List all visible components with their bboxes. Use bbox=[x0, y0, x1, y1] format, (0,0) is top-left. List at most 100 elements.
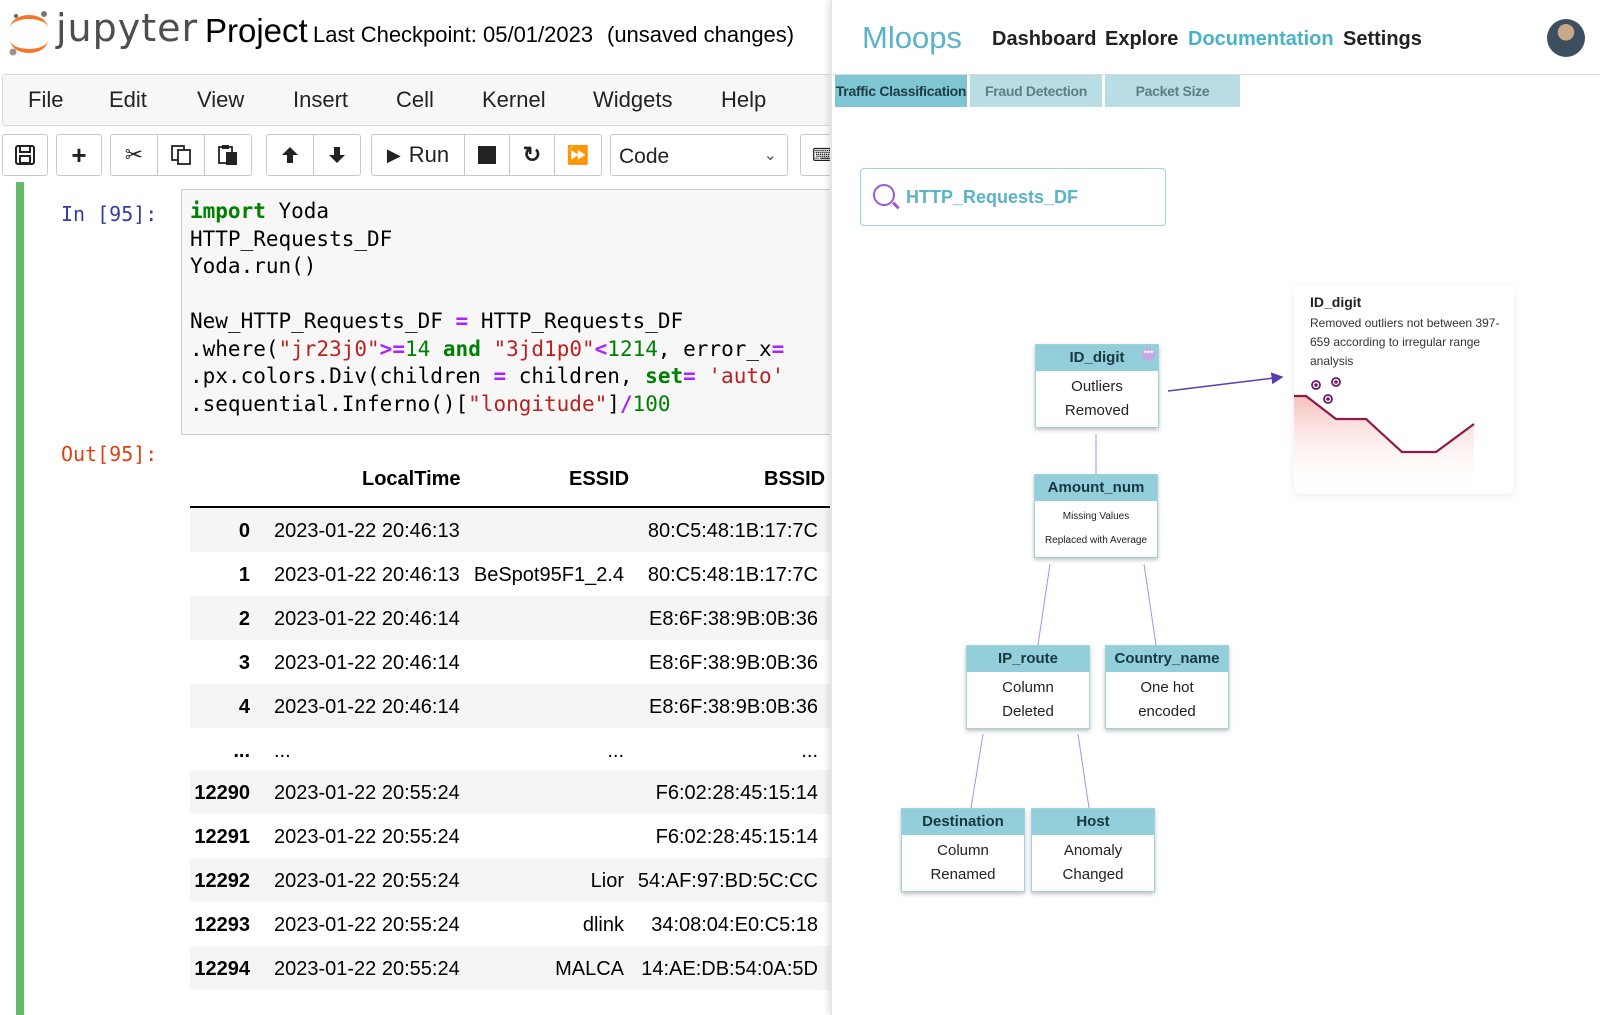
node-amount-num[interactable]: Amount_num Missing Values Replaced with A… bbox=[1034, 474, 1158, 558]
node-description: Column Renamed bbox=[930, 842, 996, 883]
table-row: 12293 2023-01-22 20:55:24 dlink 34:08:04:E0… bbox=[190, 902, 830, 946]
restart-button[interactable]: ↻ bbox=[509, 134, 555, 176]
node-country-name[interactable]: Country_name One hot encoded bbox=[1105, 645, 1229, 729]
row-index: 12294 bbox=[194, 958, 250, 980]
row-index: 2 bbox=[238, 608, 250, 630]
row-index: 4 bbox=[238, 696, 250, 718]
node-id-digit[interactable]: ID_digit ••• Outliers Removed bbox=[1035, 344, 1159, 428]
restart-run-all-button[interactable]: ⏩ bbox=[554, 134, 602, 176]
node-ip-route[interactable]: IP_route Column Deleted bbox=[966, 645, 1090, 729]
checkpoint-status: Last Checkpoint: 05/01/2023 bbox=[313, 22, 594, 47]
cell-bssid: 80:C5:48:1B:17:7C bbox=[647, 520, 818, 542]
cell-bssid: 54:AF:97:BD:5C:CC bbox=[637, 870, 818, 892]
node-title: Host bbox=[1032, 809, 1154, 835]
save-button[interactable] bbox=[2, 134, 48, 176]
cut-button[interactable]: ✂ bbox=[110, 134, 158, 176]
cell-essid: dlink bbox=[582, 914, 624, 936]
code-line-1: import Yoda bbox=[190, 199, 330, 223]
menu-help[interactable]: Help bbox=[721, 87, 766, 113]
table-row: 4 2023-01-22 20:46:14 E8:6F:38:9B:0B:36 bbox=[190, 684, 830, 728]
notebook-title[interactable]: Project bbox=[205, 12, 308, 50]
move-down-button[interactable] bbox=[313, 134, 361, 176]
interrupt-button[interactable] bbox=[464, 134, 510, 176]
table-row: ............ bbox=[190, 728, 830, 772]
command-palette-button[interactable]: ⌨ bbox=[800, 134, 830, 176]
cell-essid: Lior bbox=[590, 870, 624, 892]
cell-type-select[interactable]: Code ⌄ bbox=[610, 134, 788, 176]
keyboard-icon: ⌨ bbox=[812, 144, 830, 165]
menu-file[interactable]: File bbox=[28, 87, 63, 113]
cell-localtime: 2023-01-22 20:55:24 bbox=[274, 914, 460, 936]
restart-icon: ↻ bbox=[522, 142, 542, 167]
node-title: Country_name bbox=[1106, 646, 1228, 672]
cell-essid: MALCA bbox=[555, 958, 624, 980]
cell-localtime: 2023-01-22 20:55:24 bbox=[274, 826, 460, 848]
insert-cell-button[interactable]: + bbox=[56, 134, 102, 176]
table-row: 1 2023-01-22 20:46:13 BeSpot95F1_2.4 80:C5:… bbox=[190, 552, 830, 596]
code-line-7: .px.colors.Div(children = children, set=… bbox=[190, 364, 785, 388]
tooltip-pointer-arrow bbox=[1167, 372, 1284, 392]
menu-insert[interactable]: Insert bbox=[293, 87, 348, 113]
mloops-panel: Mloops Dashboard Explore Documentation S… bbox=[831, 0, 1600, 1015]
edge-ip-route-destination bbox=[970, 733, 984, 809]
column-header-localtime: LocalTime bbox=[362, 468, 461, 490]
paste-icon bbox=[218, 145, 237, 165]
edge-amount-ip-route bbox=[1037, 563, 1051, 646]
cell-localtime: 2023-01-22 20:55:24 bbox=[274, 870, 460, 892]
play-icon: ▶ bbox=[386, 144, 401, 165]
cell-localtime: 2023-01-22 20:46:14 bbox=[274, 652, 460, 674]
tooltip-title: ID_digit bbox=[1310, 294, 1362, 310]
column-header-essid: ESSID bbox=[569, 468, 630, 490]
node-detail-tooltip: ID_digit Removed outliers not between 39… bbox=[1294, 286, 1514, 494]
edge-ip-route-host bbox=[1077, 733, 1090, 809]
move-up-button[interactable] bbox=[266, 134, 314, 176]
scissors-icon: ✂ bbox=[124, 142, 144, 167]
save-icon bbox=[15, 145, 35, 165]
menu-bar: File Edit View Insert Cell Kernel Widget… bbox=[2, 74, 830, 126]
output-prompt: Out[95]: bbox=[61, 442, 158, 466]
row-index: 12291 bbox=[194, 826, 250, 848]
cell-bssid: E8:6F:38:9B:0B:36 bbox=[648, 652, 818, 674]
row-index: 12290 bbox=[194, 782, 250, 804]
menu-view[interactable]: View bbox=[197, 87, 244, 113]
cell-bssid: 14:AE:DB:54:0A:5D bbox=[641, 958, 818, 980]
menu-widgets[interactable]: Widgets bbox=[593, 87, 672, 113]
outlier-sparkline bbox=[1294, 377, 1475, 494]
input-prompt: In [95]: bbox=[61, 202, 158, 226]
cell-localtime: 2023-01-22 20:46:13 bbox=[274, 564, 460, 586]
more-options-icon[interactable]: ••• bbox=[1142, 348, 1155, 361]
chevron-down-icon: ⌄ bbox=[763, 147, 777, 164]
node-description: Outliers Removed bbox=[1064, 378, 1130, 419]
cell-bssid: E8:6F:38:9B:0B:36 bbox=[648, 608, 818, 630]
menu-edit[interactable]: Edit bbox=[109, 87, 147, 113]
paste-button[interactable] bbox=[204, 134, 252, 176]
cell-bssid: F6:02:28:45:15:14 bbox=[655, 826, 818, 848]
row-index: 1 bbox=[238, 564, 250, 586]
table-row: 12292 2023-01-22 20:55:24 Lior 54:AF:97:BD:… bbox=[190, 858, 830, 902]
node-destination[interactable]: Destination Column Renamed bbox=[901, 808, 1025, 892]
table-row: 2 2023-01-22 20:46:14 E8:6F:38:9B:0B:36 bbox=[190, 596, 830, 640]
menu-cell[interactable]: Cell bbox=[396, 87, 434, 113]
stop-icon bbox=[478, 146, 496, 164]
tooltip-description: Removed outliers not between 397-659 acc… bbox=[1310, 316, 1500, 368]
edge-amount-country bbox=[1143, 563, 1157, 646]
copy-icon bbox=[171, 145, 191, 165]
copy-button[interactable] bbox=[157, 134, 205, 176]
cell-bssid: E8:6F:38:9B:0B:36 bbox=[648, 696, 818, 718]
node-title: ID_digit bbox=[1036, 345, 1158, 371]
jupyter-logo-icon bbox=[9, 11, 48, 56]
node-title: IP_route bbox=[967, 646, 1089, 672]
cell-bssid: ... bbox=[801, 740, 818, 762]
table-row: 12291 2023-01-22 20:55:24 F6:02:28:45:15:1… bbox=[190, 814, 830, 858]
jupyter-notebook-panel: jupyter Project Last Checkpoint: 05/01/2… bbox=[0, 0, 830, 1015]
node-title: Amount_num bbox=[1035, 475, 1157, 501]
cell-essid: ... bbox=[607, 740, 624, 762]
table-row: 0 2023-01-22 20:46:13 80:C5:48:1B:17:7C bbox=[190, 508, 830, 552]
menu-kernel[interactable]: Kernel bbox=[482, 87, 546, 113]
run-button[interactable]: ▶ Run bbox=[371, 134, 465, 176]
node-host[interactable]: Host Anomaly Changed bbox=[1031, 808, 1155, 892]
node-title: Destination bbox=[902, 809, 1024, 835]
row-index: 12293 bbox=[194, 914, 250, 936]
code-editor[interactable]: import Yoda HTTP_Requests_DF Yoda.run() … bbox=[181, 189, 830, 435]
arrow-down-icon bbox=[329, 147, 345, 163]
